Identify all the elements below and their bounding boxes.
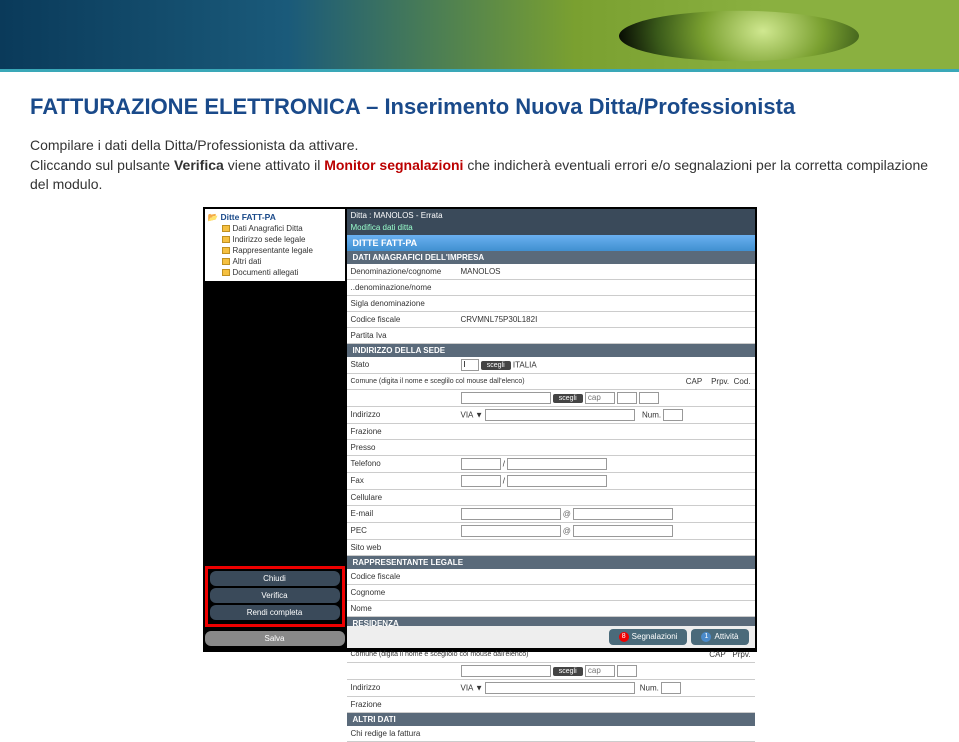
- label-sito: Sito web: [347, 541, 457, 554]
- label-res-frazione: Frazione: [347, 698, 457, 711]
- folder-icon: [222, 225, 230, 232]
- input-res-comune[interactable]: [461, 665, 551, 677]
- tree-root[interactable]: 📂 Ditte FATT-PA: [208, 212, 342, 223]
- action-buttons: Chiudi Verifica Rendi completa Salva: [205, 566, 345, 648]
- folder-icon: [222, 236, 230, 243]
- intro-line1: Compilare i dati della Ditta/Professioni…: [30, 137, 358, 153]
- highlighted-button-group: Chiudi Verifica Rendi completa: [205, 566, 345, 627]
- tree-item-indirizzo[interactable]: Indirizzo sede legale: [208, 234, 342, 245]
- label-chi-redige: Chi redige la fattura: [347, 727, 457, 740]
- input-res-cap[interactable]: [585, 665, 615, 677]
- label-res-comune: Comune (digita il nome e scegliolo col m…: [347, 649, 557, 660]
- folder-icon: [222, 247, 230, 254]
- label-rl-nome: Nome: [347, 602, 457, 615]
- input-email-domain[interactable]: [573, 508, 673, 520]
- label-rl-cf: Codice fiscale: [347, 570, 457, 583]
- input-tel-num[interactable]: [507, 458, 607, 470]
- label-denominazione: Denominazione/cognome: [347, 265, 457, 278]
- input-res-indirizzo[interactable]: [485, 682, 635, 694]
- label-frazione: Frazione: [347, 425, 457, 438]
- status-attivita[interactable]: 1Attività: [691, 629, 748, 645]
- section-indirizzo-header: INDIRIZZO DELLA SEDE: [347, 344, 755, 357]
- label-piva: Partita Iva: [347, 329, 457, 342]
- btn-rendi-completa[interactable]: Rendi completa: [210, 605, 340, 620]
- input-indirizzo[interactable]: [485, 409, 635, 421]
- label-presso: Presso: [347, 441, 457, 454]
- stato-name: ITALIA: [513, 360, 537, 369]
- folder-icon: [222, 269, 230, 276]
- label-indirizzo: Indirizzo: [347, 408, 457, 421]
- label-stato: Stato: [347, 358, 457, 371]
- app-screenshot: 📂 Ditte FATT-PA Dati Anagrafici Ditta In…: [203, 207, 757, 652]
- input-prov[interactable]: [617, 392, 637, 404]
- intro-text: Compilare i dati della Ditta/Professioni…: [0, 128, 959, 197]
- input-pec-user[interactable]: [461, 525, 561, 537]
- status-segnalazioni[interactable]: 8Segnalazioni: [609, 629, 688, 645]
- page-banner: [0, 0, 959, 72]
- label-email: E-mail: [347, 507, 457, 520]
- badge-segnalazioni: 8: [619, 632, 629, 642]
- intro-line2-p2: viene attivato il: [224, 157, 324, 173]
- input-comune[interactable]: [461, 392, 551, 404]
- intro-monitor: Monitor segnalazioni: [324, 157, 463, 173]
- input-cod[interactable]: [639, 392, 659, 404]
- section-rappresentante-header: RAPPRESENTANTE LEGALE: [347, 556, 755, 569]
- section-anagrafici-header: DATI ANAGRAFICI DELL'IMPRESA: [347, 251, 755, 264]
- section-altri-header: ALTRI DATI: [347, 713, 755, 726]
- input-email-user[interactable]: [461, 508, 561, 520]
- badge-attivita: 1: [701, 632, 711, 642]
- label-fax: Fax: [347, 474, 457, 487]
- btn-chiudi[interactable]: Chiudi: [210, 571, 340, 586]
- tree-item-rappresentante[interactable]: Rappresentante legale: [208, 245, 342, 256]
- tree-item-altri[interactable]: Altri dati: [208, 256, 342, 267]
- intro-line2-p1: Cliccando sul pulsante: [30, 157, 174, 173]
- label-comune: Comune (digita il nome e sceglilo col mo…: [347, 376, 557, 387]
- label-rl-cognome: Cognome: [347, 586, 457, 599]
- status-bar: 8Segnalazioni 1Attività: [347, 626, 755, 648]
- tree-item-documenti[interactable]: Documenti allegati: [208, 267, 342, 278]
- label-pec: PEC: [347, 524, 457, 537]
- input-stato-code[interactable]: [461, 359, 479, 371]
- intro-verifica: Verifica: [174, 157, 224, 173]
- tree-item-anagrafici[interactable]: Dati Anagrafici Ditta: [208, 223, 342, 234]
- input-fax-pref[interactable]: [461, 475, 501, 487]
- input-res-num[interactable]: [661, 682, 681, 694]
- value-cf[interactable]: CRVMNL75P30L182I: [457, 313, 755, 326]
- label-cellulare: Cellulare: [347, 491, 457, 504]
- input-pec-domain[interactable]: [573, 525, 673, 537]
- tree-sidebar: 📂 Ditte FATT-PA Dati Anagrafici Ditta In…: [205, 209, 345, 281]
- input-num[interactable]: [663, 409, 683, 421]
- input-res-prov[interactable]: [617, 665, 637, 677]
- folder-icon: [222, 258, 230, 265]
- label-sigla: Sigla denominazione: [347, 297, 457, 310]
- input-cap[interactable]: [585, 392, 615, 404]
- input-tel-pref[interactable]: [461, 458, 501, 470]
- label-telefono: Telefono: [347, 457, 457, 470]
- label-res-indirizzo: Indirizzo: [347, 681, 457, 694]
- form-subtitle: Modifica dati ditta: [347, 222, 755, 235]
- section-main-header: DITTE FATT-PA: [347, 235, 755, 251]
- label-nome: ..denominazione/nome: [347, 281, 457, 294]
- label-cf: Codice fiscale: [347, 313, 457, 326]
- page-title: FATTURAZIONE ELETTRONICA – Inserimento N…: [0, 72, 959, 128]
- btn-scegli-comune[interactable]: scegli: [553, 394, 583, 403]
- btn-scegli-stato[interactable]: scegli: [481, 361, 511, 370]
- btn-salva[interactable]: Salva: [205, 631, 345, 646]
- form-panel: Ditta : MANOLOS - Errata Modifica dati d…: [347, 209, 755, 622]
- input-fax-num[interactable]: [507, 475, 607, 487]
- btn-scegli-res-comune[interactable]: scegli: [553, 667, 583, 676]
- form-titlebar: Ditta : MANOLOS - Errata: [347, 209, 755, 222]
- btn-verifica[interactable]: Verifica: [210, 588, 340, 603]
- value-denominazione[interactable]: MANOLOS: [457, 265, 755, 278]
